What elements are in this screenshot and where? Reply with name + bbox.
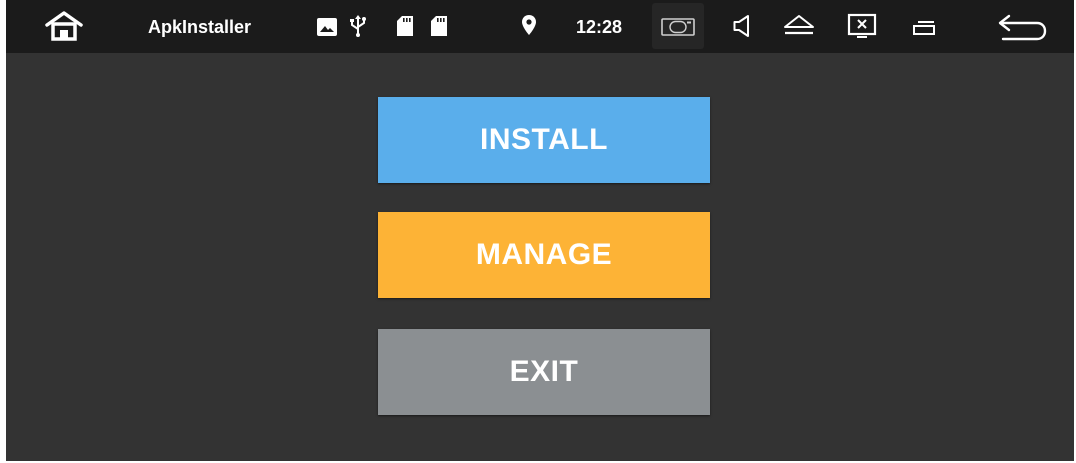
image-icon <box>317 18 337 36</box>
recent-apps-icon[interactable] <box>912 20 936 36</box>
screen-close-icon[interactable] <box>847 13 877 39</box>
app-title: ApkInstaller <box>148 17 252 37</box>
manage-button[interactable]: MANAGE <box>378 212 710 298</box>
usb-icon <box>350 15 366 37</box>
back-arrow-icon[interactable] <box>997 14 1049 42</box>
status-bar: ApkInstaller 12:28 <box>6 0 1074 53</box>
location-pin-icon <box>522 15 536 35</box>
home-icon[interactable] <box>44 10 84 42</box>
install-button[interactable]: INSTALL <box>378 97 710 183</box>
exit-button[interactable]: EXIT <box>378 329 710 415</box>
clock: 12:28 <box>576 17 623 37</box>
sd-card-icon <box>397 16 413 36</box>
sd-card-icon <box>431 16 447 36</box>
camera-icon <box>661 18 695 36</box>
camera-button[interactable] <box>652 3 704 49</box>
app-window: ApkInstaller 12:28 INSTALL MANAGE EXIT <box>6 0 1074 461</box>
eject-icon[interactable] <box>783 14 815 36</box>
speaker-icon[interactable] <box>733 14 751 38</box>
